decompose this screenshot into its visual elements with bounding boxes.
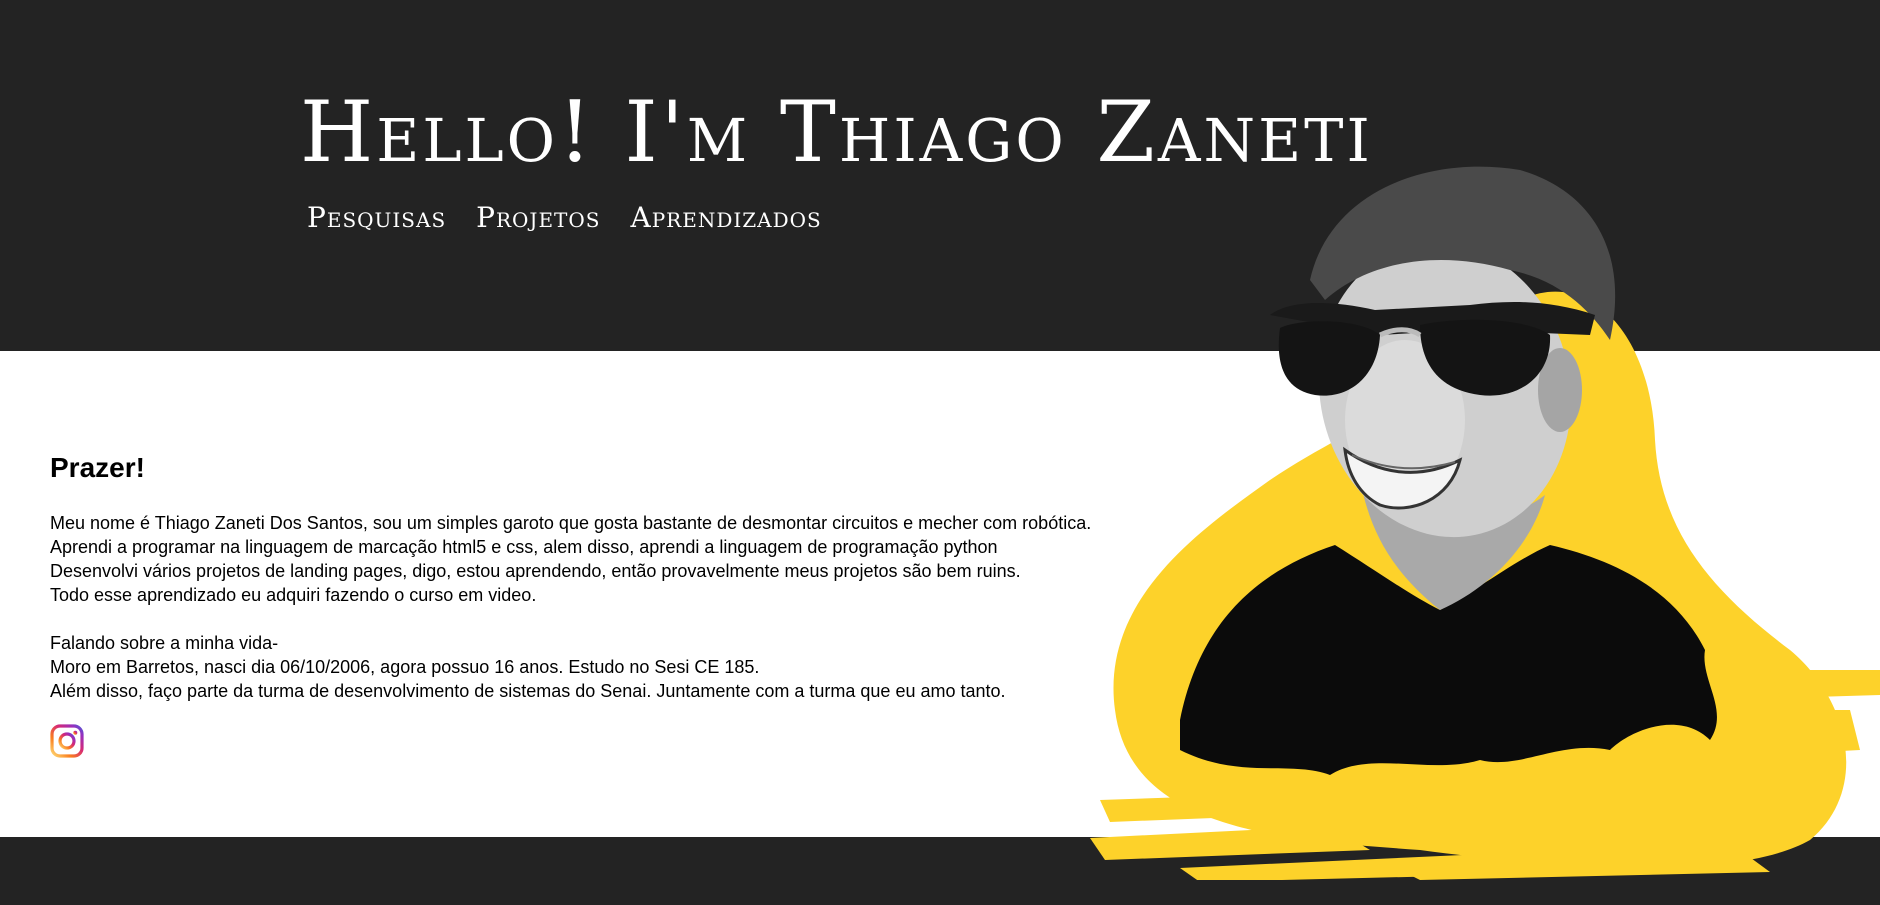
- about-line: Aprendi a programar na linguagem de marc…: [50, 536, 998, 557]
- about-paragraph-2: Falando sobre a minha vida- Moro em Barr…: [50, 631, 1110, 703]
- about-heading: Prazer!: [50, 452, 145, 483]
- about-line: Falando sobre a minha vida-: [50, 632, 279, 653]
- about-paragraph-1: Meu nome é Thiago Zaneti Dos Santos, sou…: [50, 511, 1110, 607]
- about-content: Prazer! Meu nome é Thiago Zaneti Dos San…: [50, 451, 1110, 703]
- main-nav: Pesquisas Projetos Aprendizados: [307, 204, 822, 232]
- nav-link-aprendizados[interactable]: Aprendizados: [631, 204, 822, 232]
- about-line: Além disso, faço parte da turma de desen…: [50, 680, 1006, 701]
- instagram-icon[interactable]: [50, 724, 84, 758]
- about-line: Desenvolvi vários projetos de landing pa…: [50, 560, 1021, 581]
- about-line: Meu nome é Thiago Zaneti Dos Santos, sou…: [50, 512, 1092, 533]
- nav-link-pesquisas[interactable]: Pesquisas: [307, 204, 446, 232]
- profile-photo: [1090, 166, 1880, 880]
- nav-link-projetos[interactable]: Projetos: [476, 204, 600, 232]
- about-line: Todo esse aprendizado eu adquiri fazendo…: [50, 584, 537, 605]
- about-line: Moro em Barretos, nasci dia 06/10/2006, …: [50, 656, 760, 677]
- instagram-icon-graphic: [50, 724, 84, 758]
